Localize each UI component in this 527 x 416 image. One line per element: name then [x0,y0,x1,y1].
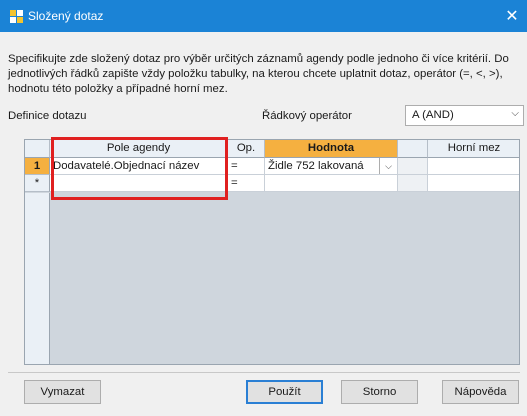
operator-cell[interactable]: = [228,175,265,192]
chevron-down-icon[interactable]: ⌵ [379,158,397,174]
operator-cell[interactable]: = [228,158,265,175]
dialog-body: Specifikujte zde složený dotaz pro výběr… [0,32,527,416]
row-operator-value: A (AND) [412,109,454,121]
column-header-value[interactable]: Hodnota [265,140,398,158]
column-header-spacer [398,140,428,158]
value-text: Židle 752 lakovaná [268,160,364,172]
apply-button[interactable]: Použít [246,380,323,404]
row-operator-label: Řádkový operátor [262,110,352,122]
spacer-cell [398,175,428,192]
definition-label: Definice dotazu [8,110,87,122]
value-cell[interactable]: Židle 752 lakovaná ⌵ [265,158,398,175]
clear-button[interactable]: Vymazat [24,380,101,404]
help-button-label: Nápověda [454,386,507,398]
row-header[interactable]: 1 [25,158,50,175]
divider [8,372,520,373]
value-cell[interactable] [265,175,398,192]
app-icon [10,10,23,23]
apply-button-label: Použít [268,386,301,398]
chevron-down-icon[interactable]: ⌵ [511,108,519,119]
column-header-upper[interactable]: Horní mez [428,140,519,158]
upper-cell[interactable] [428,158,519,175]
description-text: Specifikujte zde složený dotaz pro výběr… [8,53,509,95]
grid-corner [25,140,50,158]
close-button[interactable]: ✕ [497,0,527,32]
row-header[interactable]: * [25,175,50,192]
cancel-button-label: Storno [362,386,397,398]
row-operator-select[interactable]: A (AND) ⌵ [405,105,524,126]
row-header-column [25,193,50,364]
upper-cell[interactable] [428,175,519,192]
title-bar: Složený dotaz ✕ [0,0,527,32]
window-title: Složený dotaz [28,9,104,23]
highlight-box [51,137,228,200]
cancel-button[interactable]: Storno [341,380,418,404]
spacer-cell [398,158,428,175]
column-header-operator[interactable]: Op. [228,140,265,158]
help-button[interactable]: Nápověda [442,380,519,404]
clear-button-label: Vymazat [40,386,85,398]
